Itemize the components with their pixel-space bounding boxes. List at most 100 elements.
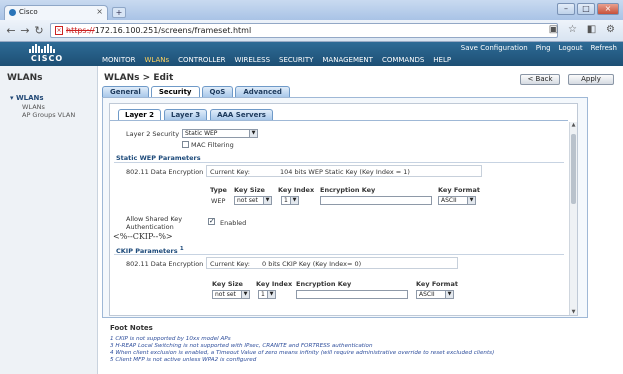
ckip-footnote-marker[interactable]: 1 bbox=[180, 246, 184, 252]
shared-key-checkbox[interactable] bbox=[208, 217, 215, 225]
browser-tab-title: Cisco bbox=[19, 8, 38, 16]
chevron-down-icon: ▼ bbox=[249, 130, 257, 137]
chevron-down-icon: ▼ bbox=[263, 197, 271, 204]
layer2-security-select[interactable]: Static WEP ▼ bbox=[182, 129, 258, 138]
browser-titlebar: Cisco × + – □ × bbox=[0, 0, 623, 20]
ckip-col-key-size: Key Size bbox=[212, 280, 243, 288]
browser-toolbar: ← → ↻ × https://172.16.100.251/screens/f… bbox=[0, 20, 623, 42]
wep-col-key-size: Key Size bbox=[234, 186, 265, 194]
maximize-icon[interactable]: □ bbox=[577, 3, 595, 15]
shared-key-enabled-label: Enabled bbox=[220, 219, 247, 227]
tab-general[interactable]: General bbox=[102, 86, 149, 97]
tab-aaa-servers[interactable]: AAA Servers bbox=[210, 109, 273, 120]
ckip-key-format-select[interactable]: ASCII ▼ bbox=[416, 290, 454, 299]
wep-key-size-select[interactable]: not set ▼ bbox=[234, 196, 272, 205]
refresh-link[interactable]: Refresh bbox=[591, 44, 617, 52]
menu-wireless[interactable]: WIRELESS bbox=[235, 56, 270, 64]
wep-col-type: Type bbox=[210, 186, 227, 194]
menu-monitor[interactable]: MONITOR bbox=[102, 56, 136, 64]
utility-menu: Save Configuration Ping Logout Refresh bbox=[461, 44, 617, 52]
wrench-menu-icon[interactable]: ⚙ bbox=[604, 24, 617, 37]
tab-layer3[interactable]: Layer 3 bbox=[164, 109, 208, 120]
footnotes-title: Foot Notes bbox=[110, 324, 153, 332]
ckip-col-key-format: Key Format bbox=[416, 280, 458, 288]
cisco-logo: CISCO bbox=[22, 44, 72, 64]
ckip-key-index-select[interactable]: 1 ▼ bbox=[258, 290, 276, 299]
page-action-icon[interactable]: ▣ bbox=[547, 24, 560, 37]
shared-key-label-line2: Authentication bbox=[126, 223, 174, 231]
page-menu-icon[interactable]: ◧ bbox=[585, 24, 598, 37]
tab-layer2[interactable]: Layer 2 bbox=[118, 109, 162, 120]
chevron-down-icon: ▼ bbox=[467, 197, 475, 204]
footnote-item: 4 When client exclusion is enabled, a Ti… bbox=[110, 350, 495, 356]
forward-arrow-icon[interactable]: → bbox=[18, 24, 32, 38]
chevron-down-icon: ▼ bbox=[267, 291, 275, 298]
ckip-key-size-select[interactable]: not set ▼ bbox=[212, 290, 250, 299]
bookmark-star-icon[interactable]: ☆ bbox=[566, 24, 579, 37]
mac-filtering-checkbox[interactable] bbox=[182, 141, 189, 148]
scrollbar-thumb[interactable] bbox=[571, 134, 576, 204]
menu-commands[interactable]: COMMANDS bbox=[382, 56, 424, 64]
footnotes: Foot Notes 1 CKIP is not supported by 10… bbox=[110, 324, 494, 364]
chevron-down-icon: ▼ bbox=[445, 291, 453, 298]
url-text[interactable]: https://172.16.100.251/screens/frameset.… bbox=[66, 26, 251, 35]
new-tab-button[interactable]: + bbox=[112, 7, 126, 18]
menu-help[interactable]: HELP bbox=[433, 56, 451, 64]
wep-key-index-select[interactable]: 1 ▼ bbox=[281, 196, 299, 205]
section-divider bbox=[114, 162, 564, 163]
section-divider bbox=[114, 254, 564, 255]
wep-encryption-key-input[interactable] bbox=[320, 196, 432, 205]
scroll-down-icon[interactable]: ▼ bbox=[570, 309, 577, 315]
menu-controller[interactable]: CONTROLLER bbox=[178, 56, 225, 64]
menu-wlans[interactable]: WLANs bbox=[145, 56, 170, 64]
insecure-lock-icon[interactable]: × bbox=[55, 26, 63, 35]
close-tab-icon[interactable]: × bbox=[96, 7, 103, 16]
ping-link[interactable]: Ping bbox=[536, 44, 551, 52]
layer2-frame: Layer 2 Layer 3 AAA Servers Layer 2 Secu… bbox=[109, 103, 578, 316]
minimize-icon[interactable]: – bbox=[557, 3, 575, 15]
ckip-encryption-label: 802.11 Data Encryption bbox=[126, 260, 204, 268]
menu-security[interactable]: SECURITY bbox=[279, 56, 313, 64]
logo-text: CISCO bbox=[30, 54, 64, 63]
chevron-down-icon: ▼ bbox=[241, 291, 249, 298]
back-button[interactable]: < Back bbox=[520, 74, 560, 85]
wep-type-value: WEP bbox=[211, 197, 226, 205]
sidebar-item-wlans[interactable]: WLANs bbox=[22, 103, 45, 111]
close-window-icon[interactable]: × bbox=[597, 3, 619, 15]
sidebar-item-ap-groups-vlan[interactable]: AP Groups VLAN bbox=[22, 111, 75, 119]
wep-col-encryption-key: Encryption Key bbox=[320, 186, 376, 194]
ckip-encryption-key-input[interactable] bbox=[296, 290, 408, 299]
tab-advanced[interactable]: Advanced bbox=[235, 86, 290, 97]
static-wep-section-title: Static WEP Parameters bbox=[116, 154, 201, 162]
wep-encryption-label: 802.11 Data Encryption bbox=[126, 168, 204, 176]
wep-current-key-label: Current Key: bbox=[210, 168, 250, 176]
wep-col-key-index: Key Index bbox=[278, 186, 315, 194]
footnote-item: 5 Client MFP is not active unless WPA2 i… bbox=[110, 357, 257, 363]
layer2-security-label: Layer 2 Security bbox=[126, 130, 180, 138]
ckip-col-key-index: Key Index bbox=[256, 280, 293, 288]
sidebar-group-wlans[interactable]: ▾ WLANs bbox=[10, 94, 44, 102]
frame-scrollbar[interactable]: ▲ ▼ bbox=[569, 122, 577, 315]
ckip-current-key-label: Current Key: bbox=[210, 260, 250, 268]
tab-qos[interactable]: QoS bbox=[201, 86, 234, 97]
reload-icon[interactable]: ↻ bbox=[32, 24, 46, 38]
menu-management[interactable]: MANAGEMENT bbox=[322, 56, 373, 64]
security-panel: Layer 2 Layer 3 AAA Servers Layer 2 Secu… bbox=[102, 97, 588, 318]
mac-filtering-label: MAC Filtering bbox=[191, 141, 234, 149]
main-tabs: General Security QoS Advanced bbox=[102, 86, 290, 97]
address-bar[interactable]: × https://172.16.100.251/screens/framese… bbox=[50, 23, 558, 38]
subtab-divider bbox=[110, 120, 568, 121]
wep-key-format-select[interactable]: ASCII ▼ bbox=[438, 196, 476, 205]
back-arrow-icon[interactable]: ← bbox=[4, 24, 18, 38]
logout-link[interactable]: Logout bbox=[559, 44, 583, 52]
browser-tab[interactable]: Cisco × bbox=[4, 5, 108, 20]
ckip-raw-tag: <%--CKIP--%> bbox=[113, 232, 173, 241]
sidebar-title: WLANs bbox=[7, 73, 43, 83]
save-configuration-link[interactable]: Save Configuration bbox=[461, 44, 528, 52]
window-controls: – □ × bbox=[557, 3, 619, 15]
apply-button[interactable]: Apply bbox=[568, 74, 614, 85]
tab-security[interactable]: Security bbox=[150, 86, 200, 97]
top-menu: MONITOR WLANs CONTROLLER WIRELESS SECURI… bbox=[102, 56, 451, 64]
ckip-current-key-value: 0 bits CKIP Key (Key Index= 0) bbox=[262, 260, 362, 268]
scroll-up-icon[interactable]: ▲ bbox=[570, 122, 577, 129]
